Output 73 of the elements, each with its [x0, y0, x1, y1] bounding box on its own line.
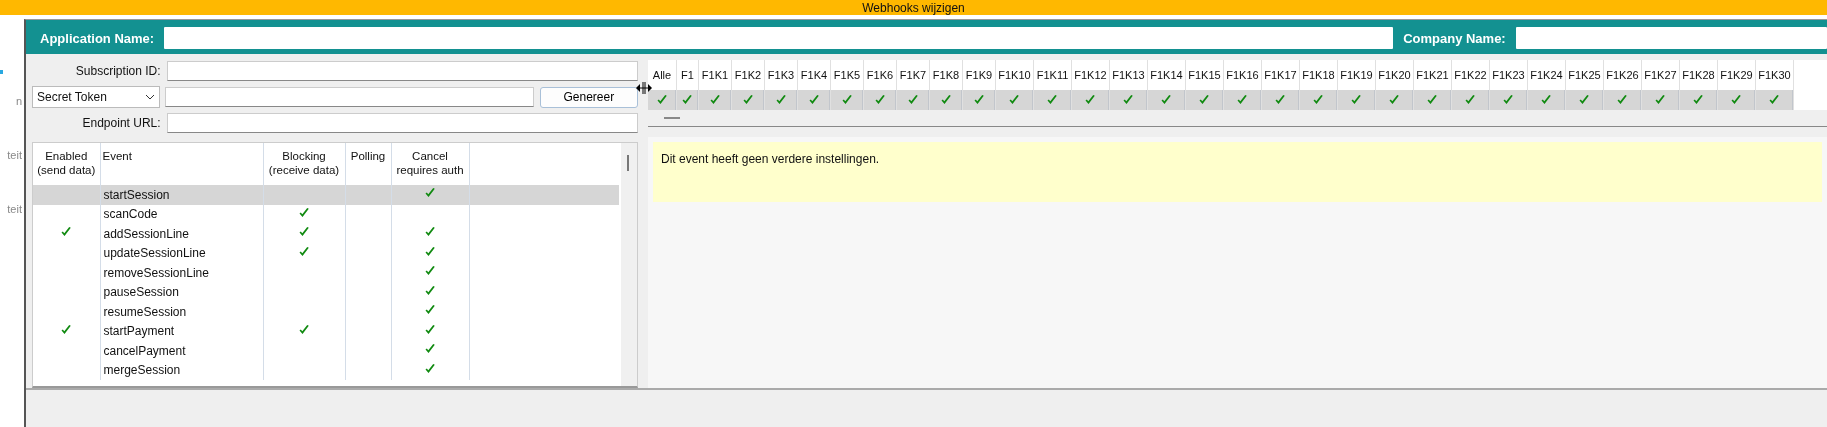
column-header[interactable]: F1K8 [930, 60, 962, 90]
column-header[interactable]: F1K4 [798, 60, 830, 90]
table-row[interactable]: scanCode [33, 204, 619, 224]
field-label: Company Name: [1402, 30, 1507, 46]
column-header[interactable]: F1K24 [1528, 60, 1565, 90]
event-name: updateSessionLine [103, 246, 206, 261]
column-header[interactable]: F1K6 [864, 60, 896, 90]
application-name-field[interactable] [164, 27, 1394, 49]
table-row[interactable]: removeSessionLine [33, 263, 619, 283]
column-header[interactable]: F1K1 [699, 60, 731, 90]
chevron-down-icon [144, 94, 155, 100]
column-header[interactable]: F1K13 [1110, 60, 1147, 90]
table-row[interactable]: resumeSession [33, 302, 619, 322]
event-name: removeSessionLine [103, 265, 209, 280]
event-name: resumeSession [103, 304, 187, 319]
column-header[interactable]: F1K18 [1300, 60, 1337, 90]
column-header[interactable]: F1K19 [1338, 60, 1375, 90]
token-field[interactable] [164, 87, 534, 107]
field-label: Application Name: [39, 30, 156, 46]
selection-marker [0, 70, 3, 74]
event-name: pauseSession [103, 285, 179, 300]
column-header[interactable]: F1K11 [1034, 60, 1071, 90]
sidebar-item[interactable]: n [15, 95, 22, 107]
token-type-dropdown[interactable]: Secret Token [32, 86, 160, 108]
event-name: scanCode [103, 207, 158, 222]
table-row[interactable]: pauseSession [33, 282, 619, 302]
column-header[interactable]: F1K9 [963, 60, 995, 90]
field-label: Subscription ID: [74, 64, 161, 78]
table-row[interactable]: updateSessionLine [33, 243, 619, 263]
column-header[interactable]: F1K27 [1642, 60, 1679, 90]
column-header[interactable]: F1K29 [1718, 60, 1755, 90]
column-header[interactable]: F1K30 [1756, 60, 1793, 90]
table-row[interactable]: addSessionLine [33, 224, 619, 244]
event-name: cancelPayment [103, 343, 186, 358]
column-header[interactable]: Alle [648, 60, 676, 90]
event-name: startPayment [103, 324, 175, 339]
field-label: Endpoint URL: [81, 116, 161, 130]
resize-cursor-icon [636, 82, 652, 94]
window-title: Webhooks wijzigen [862, 0, 965, 15]
column-header[interactable]: F1K21 [1414, 60, 1451, 90]
table-row[interactable]: mergeSession [33, 360, 619, 380]
column-header[interactable]: F1K2 [732, 60, 764, 90]
column-header[interactable]: F1K28 [1680, 60, 1717, 90]
company-name-field[interactable] [1515, 27, 1827, 49]
column-header[interactable]: F1K7 [897, 60, 929, 90]
event-name: mergeSession [103, 363, 181, 378]
column-header[interactable]: F1K5 [831, 60, 863, 90]
sidebar-item[interactable]: teit [7, 149, 22, 161]
table-row[interactable]: startSession [33, 185, 619, 205]
column-header[interactable]: F1K3 [765, 60, 797, 90]
column-header[interactable]: F1K10 [996, 60, 1033, 90]
column-header[interactable]: F1K22 [1452, 60, 1489, 90]
event-name: addSessionLine [103, 226, 189, 241]
column-header[interactable]: F1K20 [1376, 60, 1413, 90]
info-message: Dit event heeft geen verdere instellingen. [653, 142, 1822, 202]
table-row[interactable]: startPayment [33, 321, 619, 341]
scrollbar[interactable] [621, 143, 637, 386]
column-header[interactable]: F1 [677, 60, 698, 90]
table-row[interactable]: cancelPayment [33, 341, 619, 361]
column-header[interactable]: F1K25 [1566, 60, 1603, 90]
generate-button[interactable]: Genereer [539, 86, 638, 108]
minus-icon[interactable] [664, 117, 680, 119]
column-header[interactable]: F1K23 [1490, 60, 1527, 90]
endpoint-url-field[interactable] [166, 113, 638, 133]
sidebar-item[interactable]: teit [7, 203, 22, 215]
column-header[interactable]: F1K12 [1072, 60, 1109, 90]
column-header[interactable]: F1K26 [1604, 60, 1641, 90]
column-header[interactable]: F1K14 [1148, 60, 1185, 90]
column-header[interactable]: F1K16 [1224, 60, 1261, 90]
event-name: startSession [103, 187, 170, 202]
column-header[interactable]: F1K17 [1262, 60, 1299, 90]
column-header[interactable]: F1K15 [1186, 60, 1223, 90]
subscription-id-field[interactable] [166, 61, 638, 81]
